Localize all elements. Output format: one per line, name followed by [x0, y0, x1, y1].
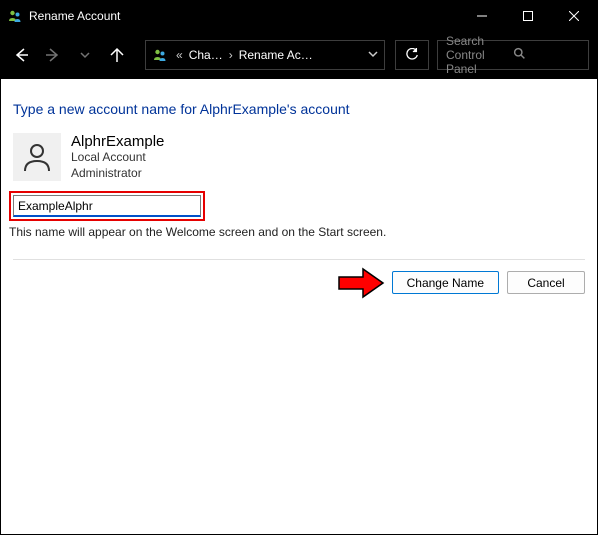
refresh-button[interactable]	[395, 40, 429, 70]
hint-text: This name will appear on the Welcome scr…	[9, 225, 585, 239]
titlebar: Rename Account	[1, 1, 597, 31]
page-heading: Type a new account name for AlphrExample…	[13, 101, 585, 117]
maximize-button[interactable]	[505, 1, 551, 31]
name-input-highlight	[9, 191, 205, 221]
chevron-right-icon: ›	[229, 48, 233, 62]
annotation-arrow-icon	[337, 265, 385, 301]
account-type: Local Account	[71, 150, 164, 166]
forward-button[interactable]	[41, 43, 65, 67]
search-placeholder: Search Control Panel	[446, 34, 513, 76]
window-title: Rename Account	[29, 9, 120, 23]
avatar	[13, 133, 61, 181]
address-bar[interactable]: « Cha… › Rename Ac…	[145, 40, 385, 70]
button-row: Change Name Cancel	[13, 271, 585, 314]
content-area: Type a new account name for AlphrExample…	[1, 79, 597, 314]
change-name-button[interactable]: Change Name	[392, 271, 499, 294]
search-icon	[513, 47, 580, 63]
user-accounts-icon	[7, 8, 23, 24]
toolbar: « Cha… › Rename Ac… Search Control Panel	[1, 31, 597, 79]
separator	[13, 259, 585, 260]
search-box[interactable]: Search Control Panel	[437, 40, 589, 70]
recent-dropdown[interactable]	[73, 43, 97, 67]
account-name: AlphrExample	[71, 133, 164, 150]
breadcrumb-item[interactable]: Rename Ac…	[239, 48, 313, 62]
new-name-input[interactable]	[13, 195, 201, 217]
chevron-down-icon[interactable]	[368, 48, 378, 62]
close-button[interactable]	[551, 1, 597, 31]
user-accounts-icon	[152, 47, 168, 63]
crumb-sep-icon: «	[176, 48, 183, 62]
account-role: Administrator	[71, 166, 164, 182]
up-button[interactable]	[105, 43, 129, 67]
back-button[interactable]	[9, 43, 33, 67]
user-info-row: AlphrExample Local Account Administrator	[13, 133, 585, 181]
minimize-button[interactable]	[459, 1, 505, 31]
cancel-button[interactable]: Cancel	[507, 271, 585, 294]
user-meta: AlphrExample Local Account Administrator	[71, 133, 164, 181]
window-controls	[459, 1, 597, 31]
breadcrumb-item[interactable]: Cha…	[189, 48, 223, 62]
